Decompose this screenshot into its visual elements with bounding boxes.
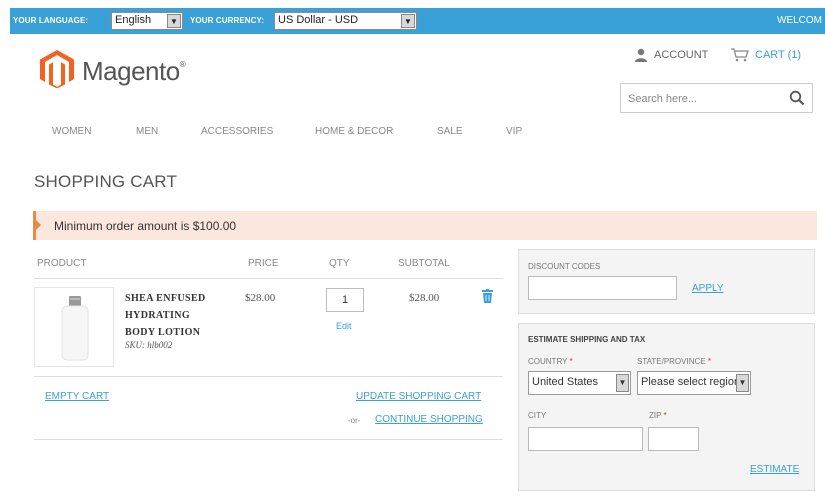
dropdown-arrow-icon: ▼	[616, 374, 629, 392]
top-bar: YOUR LANGUAGE: English ▼ YOUR CURRENCY: …	[10, 8, 825, 34]
country-label: COUNTRY *	[528, 357, 573, 366]
dropdown-arrow-icon: ▼	[167, 14, 181, 28]
dropdown-arrow-icon: ▼	[736, 374, 749, 392]
city-input[interactable]	[528, 427, 643, 451]
zip-label: ZIP *	[649, 411, 667, 420]
search-icon[interactable]	[789, 90, 805, 106]
nav-item-men[interactable]: MEN	[136, 126, 158, 137]
cart-link[interactable]: CART (1)	[731, 48, 801, 62]
required-mark: *	[707, 357, 711, 366]
trash-icon[interactable]	[482, 289, 493, 308]
cart-label: CART (1)	[755, 49, 802, 61]
product-name-line: BODY LOTION	[125, 327, 201, 338]
product-name-line: HYDRATING	[125, 310, 191, 321]
user-icon	[635, 48, 647, 62]
logo-wordmark: Magento	[82, 56, 180, 86]
alert-text: Minimum order amount is $100.00	[54, 219, 237, 233]
zip-input[interactable]	[648, 427, 699, 451]
shipping-panel: ESTIMATE SHIPPING AND TAX COUNTRY * Unit…	[518, 323, 815, 491]
column-header-product: PRODUCT	[37, 258, 87, 269]
account-link[interactable]: ACCOUNT	[634, 48, 708, 62]
welcome-text: WELCOM	[777, 15, 822, 26]
estimate-link[interactable]: ESTIMATE	[750, 464, 799, 475]
alert-message: Minimum order amount is $100.00	[33, 211, 817, 240]
logo-text[interactable]: Magento®	[82, 56, 186, 87]
alert-arrow-icon	[36, 220, 41, 230]
search-input[interactable]: Search here...	[620, 83, 813, 113]
currency-label: YOUR CURRENCY:	[190, 16, 265, 25]
country-value: United States	[532, 376, 599, 388]
column-header-subtotal: SUBTOTAL	[398, 258, 450, 269]
divider	[34, 439, 503, 440]
city-label: CITY	[528, 411, 547, 420]
divider	[34, 278, 503, 279]
discount-panel: DISCOUNT CODES APPLY	[518, 249, 815, 314]
required-mark: *	[663, 411, 667, 420]
language-select[interactable]: English ▼	[111, 12, 183, 30]
nav-item-women[interactable]: WOMEN	[52, 126, 91, 137]
currency-select[interactable]: US Dollar - USD ▼	[274, 12, 417, 30]
nav-item-accessories[interactable]: ACCESSORIES	[201, 126, 273, 137]
account-label: ACCOUNT	[654, 49, 709, 61]
magento-logo-icon[interactable]	[40, 50, 74, 89]
nav-item-sale[interactable]: SALE	[437, 126, 463, 137]
nav-item-vip[interactable]: VIP	[506, 126, 522, 137]
quantity-input[interactable]: 1	[326, 288, 364, 312]
apply-link[interactable]: APPLY	[692, 283, 724, 294]
nav-item-home-decor[interactable]: HOME & DECOR	[315, 126, 393, 137]
edit-link[interactable]: Edit	[336, 321, 352, 331]
language-label: YOUR LANGUAGE:	[13, 16, 89, 25]
or-separator: -or-	[348, 416, 361, 425]
state-value: Please select region	[641, 376, 741, 388]
column-header-price: PRICE	[248, 258, 279, 269]
product-subtotal: $28.00	[409, 292, 440, 304]
search-placeholder: Search here...	[628, 93, 698, 105]
empty-cart-link[interactable]: EMPTY CART	[45, 391, 109, 402]
product-price: $28.00	[245, 292, 276, 304]
column-header-qty: QTY	[329, 258, 350, 269]
state-select[interactable]: Please select region ▼	[637, 371, 751, 395]
discount-heading: DISCOUNT CODES	[528, 262, 601, 271]
cart-icon	[731, 48, 749, 62]
divider	[34, 376, 503, 377]
state-label: STATE/PROVINCE *	[637, 357, 711, 366]
language-value: English	[115, 14, 152, 26]
country-select[interactable]: United States ▼	[528, 371, 631, 395]
page-title: SHOPPING CART	[34, 172, 178, 191]
logo-trademark: ®	[179, 60, 186, 69]
update-cart-link[interactable]: UPDATE SHOPPING CART	[356, 391, 481, 402]
dropdown-arrow-icon: ▼	[401, 14, 415, 28]
continue-shopping-link[interactable]: CONTINUE SHOPPING	[375, 414, 483, 425]
product-name[interactable]: SHEA ENFUSED HYDRATING BODY LOTION	[125, 290, 206, 341]
currency-value: US Dollar - USD	[278, 14, 359, 26]
product-sku: SKU: hlb002	[125, 340, 173, 350]
discount-code-input[interactable]	[528, 276, 677, 300]
shipping-heading: ESTIMATE SHIPPING AND TAX	[528, 335, 646, 344]
product-name-line: SHEA ENFUSED	[125, 293, 206, 304]
required-mark: *	[569, 357, 573, 366]
product-image[interactable]	[34, 287, 114, 367]
